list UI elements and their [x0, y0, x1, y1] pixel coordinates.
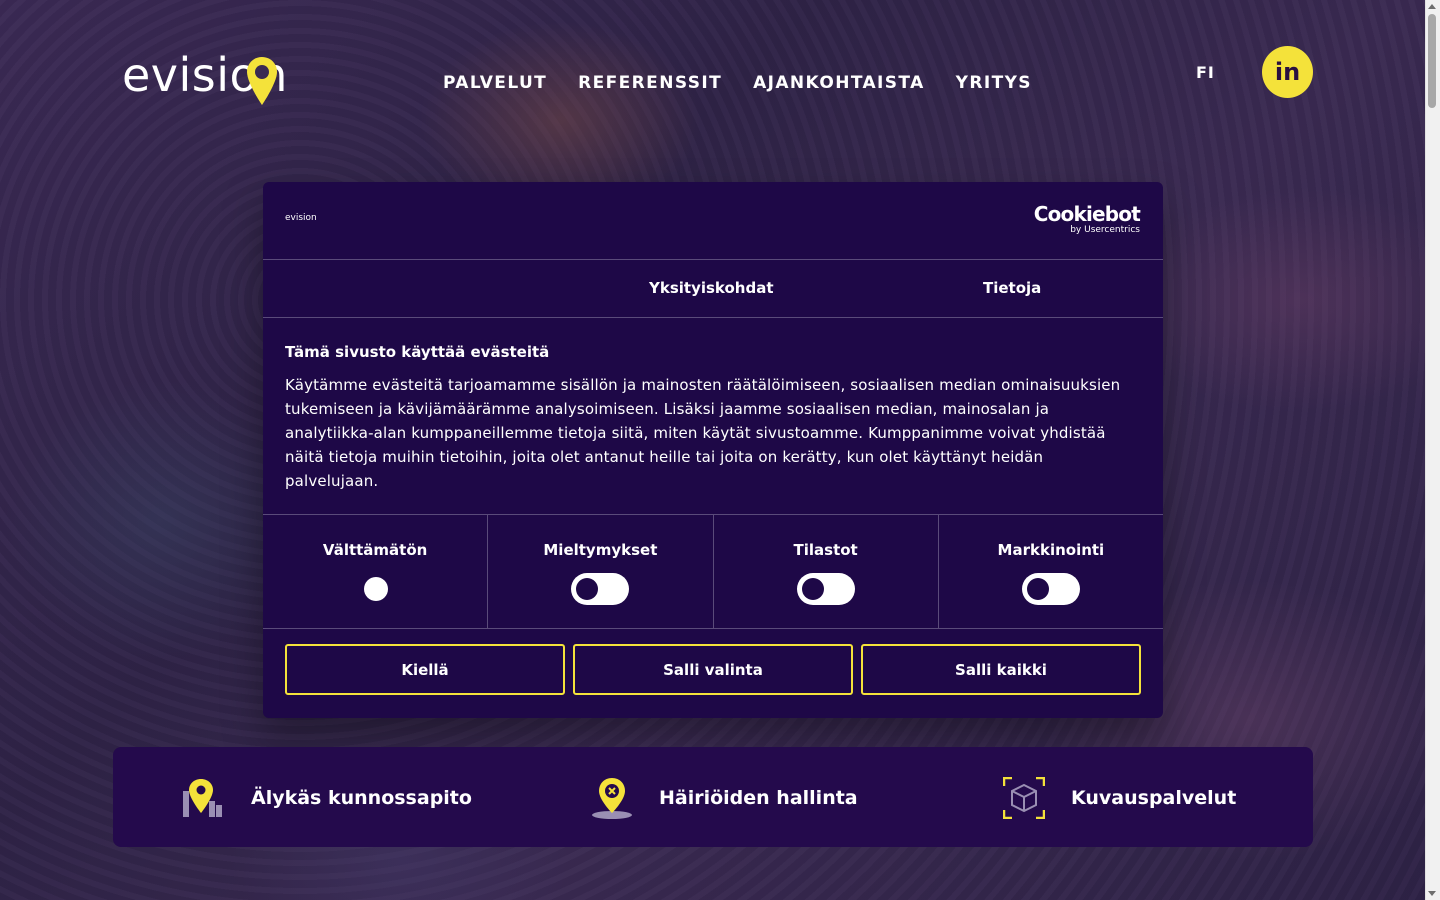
main-nav: PALVELUT REFERENSSIT AJANKOHTAISTA YRITY…	[443, 72, 1032, 94]
service-link-imaging-services[interactable]: Kuvauspalvelut	[1003, 777, 1236, 819]
nav-item-referenssit[interactable]: REFERENSSIT	[578, 72, 722, 94]
dialog-buttons: Kiellä Salli valinta Salli kaikki	[263, 629, 1163, 695]
toggle-cell-marketing: Markkinointi	[939, 515, 1163, 628]
nav-item-yritys[interactable]: YRITYS	[956, 72, 1032, 94]
dialog-body: Tämä sivusto käyttää evästeitä Käytämme …	[263, 318, 1163, 515]
nav-item-palvelut[interactable]: PALVELUT	[443, 72, 547, 94]
dialog-title: Tämä sivusto käyttää evästeitä	[285, 343, 550, 361]
dialog-header: evision Cookiebot by Usercentrics	[263, 182, 1163, 260]
dialog-logo-text: evision	[285, 213, 317, 223]
deny-button[interactable]: Kiellä	[285, 644, 565, 695]
nav-item-ajankohtaista[interactable]: AJANKOHTAISTA	[753, 72, 925, 94]
toggle-preferences[interactable]	[571, 573, 630, 605]
linkedin-icon: in	[1274, 58, 1301, 86]
tab-yksityiskohdat[interactable]: Yksityiskohdat	[649, 279, 774, 297]
page-scrollbar[interactable]	[1425, 0, 1440, 900]
site-logo[interactable]: evision	[122, 52, 322, 108]
map-pin-chart-icon	[183, 779, 222, 817]
cookiebot-logo-text: Cookiebot	[1033, 202, 1141, 226]
toggle-knob	[576, 578, 599, 600]
language-switcher[interactable]: FI	[1196, 63, 1215, 82]
tab-tietoja[interactable]: Tietoja	[983, 279, 1041, 297]
service-link-disruption-management[interactable]: Häiriöiden hallinta	[591, 777, 858, 819]
toggle-knob	[364, 577, 389, 601]
services-bar: Älykäs kunnossapito Häiriöiden hallinta …	[113, 747, 1313, 847]
cookiebot-logo-subtext: by Usercentrics	[1070, 225, 1140, 235]
map-pin-x-icon	[592, 778, 632, 819]
toggle-knob	[801, 578, 824, 600]
allow-selection-button[interactable]: Salli valinta	[573, 644, 853, 695]
allow-all-button[interactable]: Salli kaikki	[861, 644, 1141, 695]
service-label: Kuvauspalvelut	[1071, 787, 1237, 809]
dialog-tabs: Yksityiskohdat Tietoja	[263, 260, 1163, 318]
toggle-cell-statistics: Tilastot	[714, 515, 939, 628]
cube-scan-icon	[1003, 777, 1045, 819]
toggle-label-statistics: Tilastot	[793, 541, 858, 559]
toggle-label-necessary: Välttämätön	[322, 541, 428, 559]
cookie-consent-dialog: evision Cookiebot by Usercentrics Yksity…	[263, 182, 1163, 718]
toggle-cell-preferences: Mieltymykset	[488, 515, 714, 628]
cookiebot-logo[interactable]: Cookiebot by Usercentrics	[1033, 202, 1141, 236]
toggle-necessary	[346, 573, 404, 605]
service-label: Häiriöiden hallinta	[659, 787, 858, 809]
toggle-label-marketing: Markkinointi	[997, 541, 1105, 559]
service-link-smart-maintenance[interactable]: Älykäs kunnossapito	[183, 777, 472, 819]
consent-toggles: Välttämätön Mieltymykset Tilastot Markki…	[263, 515, 1163, 629]
dialog-description: Käytämme evästeitä tarjoamamme sisällön …	[285, 376, 1121, 490]
service-label: Älykäs kunnossapito	[251, 787, 472, 809]
scroll-thumb[interactable]	[1428, 14, 1436, 108]
dialog-logo: evision	[285, 213, 317, 223]
toggle-label-preferences: Mieltymykset	[543, 541, 658, 559]
toggle-knob	[1026, 578, 1049, 600]
toggle-statistics[interactable]	[796, 573, 855, 605]
toggle-marketing[interactable]	[1021, 573, 1080, 605]
toggle-cell-necessary: Välttämätön	[263, 515, 489, 628]
scroll-up-arrow-icon[interactable]	[1428, 4, 1436, 9]
linkedin-button[interactable]: in	[1262, 46, 1313, 98]
scroll-down-arrow-icon[interactable]	[1428, 891, 1436, 896]
logo-pin-icon	[247, 57, 277, 105]
